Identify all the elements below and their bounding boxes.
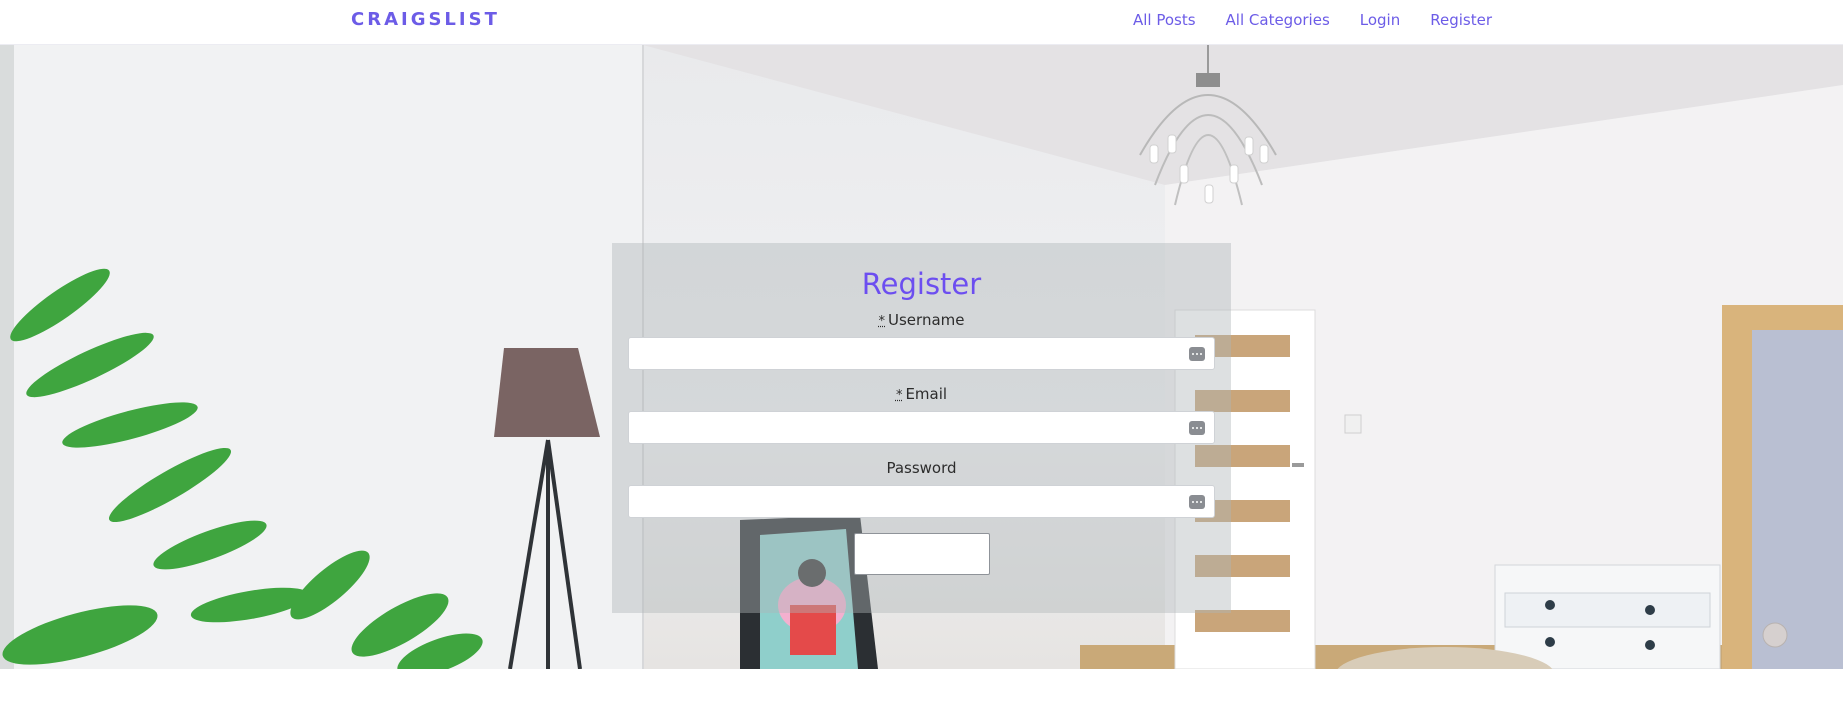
- nav-link-all-categories[interactable]: All Categories: [1226, 11, 1330, 29]
- wardrobe: [1722, 305, 1843, 669]
- keyboard-icon[interactable]: [1189, 421, 1205, 435]
- brand-logo[interactable]: CRAIGSLIST: [351, 9, 500, 30]
- password-label: Password: [612, 459, 1231, 477]
- email-field-wrapper: [628, 411, 1215, 444]
- form-title: Register: [861, 267, 982, 301]
- email-input[interactable]: [629, 412, 1214, 443]
- required-marker: *: [895, 388, 903, 403]
- nav-link-register[interactable]: Register: [1430, 11, 1492, 29]
- keyboard-icon[interactable]: [1189, 495, 1205, 509]
- password-label-text: Password: [886, 459, 957, 477]
- username-label-text: Username: [888, 311, 965, 329]
- password-field-wrapper: [628, 485, 1215, 518]
- dresser: [1494, 564, 1721, 669]
- nav-link-all-posts[interactable]: All Posts: [1133, 11, 1196, 29]
- required-marker: *: [878, 314, 886, 329]
- nav-link-login[interactable]: Login: [1360, 11, 1400, 29]
- register-submit-button[interactable]: [854, 533, 990, 575]
- register-form: Register * Username * Email Password: [612, 243, 1231, 613]
- keyboard-icon[interactable]: [1189, 347, 1205, 361]
- email-label-text: Email: [905, 385, 948, 403]
- username-input[interactable]: [629, 338, 1214, 369]
- nav-links: All Posts All Categories Login Register: [1133, 11, 1492, 29]
- username-field-wrapper: [628, 337, 1215, 370]
- username-label: * Username: [612, 311, 1231, 329]
- email-label: * Email: [612, 385, 1231, 403]
- navbar: CRAIGSLIST All Posts All Categories Logi…: [0, 0, 1843, 45]
- password-input[interactable]: [629, 486, 1214, 517]
